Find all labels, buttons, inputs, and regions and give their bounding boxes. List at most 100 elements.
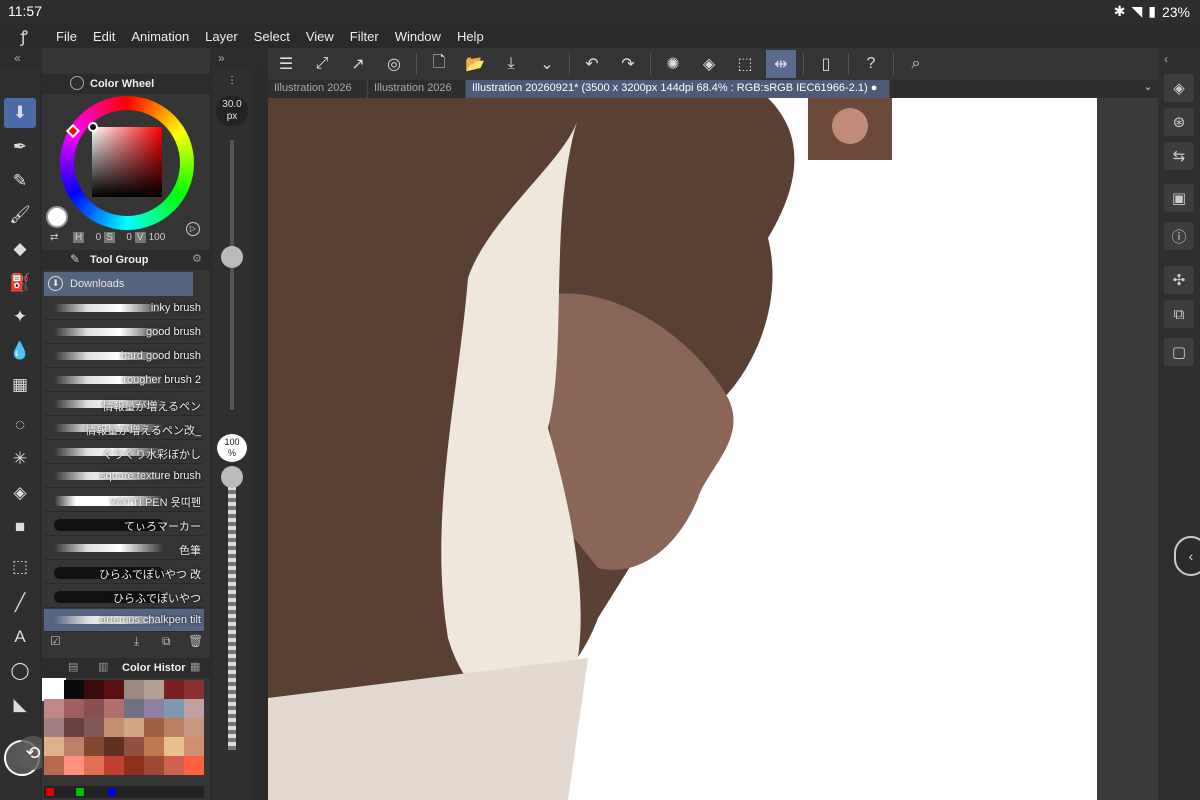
layer-icon[interactable]: ◈ [1164, 74, 1194, 102]
menu-view[interactable]: View [298, 29, 342, 44]
color-history-swatch[interactable] [144, 756, 164, 775]
color-history-swatch[interactable] [144, 699, 164, 718]
color-history-swatch[interactable] [64, 699, 84, 718]
magic-wand-tool-icon[interactable]: ✳ [4, 444, 36, 474]
gradient-tool-icon[interactable]: ■ [4, 512, 36, 542]
collapse-left-icon[interactable]: « [14, 51, 21, 65]
color-history-swatch[interactable] [184, 718, 204, 737]
redo-icon[interactable]: ↷ [613, 50, 643, 78]
open-folder-icon[interactable]: 📂 [460, 50, 490, 78]
color-history-swatch[interactable] [64, 737, 84, 756]
loading-icon[interactable]: ✺ [658, 50, 688, 78]
download-material-icon[interactable]: ⤓ [134, 634, 139, 649]
brush-item[interactable]: ひらふでぽいやつ [44, 585, 204, 608]
brush-size-slider-handle[interactable] [221, 246, 243, 268]
new-file-icon[interactable]: 🗋 [424, 50, 454, 78]
tab-illustration-2[interactable]: Illustration 2026 [368, 80, 466, 98]
color-history-swatch[interactable] [124, 699, 144, 718]
share-icon[interactable]: ↗ [343, 50, 373, 78]
brush-item-selected[interactable]: artemus chalkpen tilt [44, 609, 204, 632]
opacity-slider-handle[interactable] [221, 466, 243, 488]
tab-illustration-active[interactable]: Illustration 20260921* (3500 x 3200px 14… [466, 80, 890, 98]
menu-window[interactable]: Window [387, 29, 449, 44]
blend-tool-icon[interactable]: 💧 [4, 336, 36, 366]
color-history-swatch[interactable] [44, 699, 64, 718]
sub-tool-settings-icon[interactable]: ⚙ [192, 252, 202, 265]
grid-tool-icon[interactable]: ▦ [4, 370, 36, 400]
menu-filter[interactable]: Filter [342, 29, 387, 44]
color-history-swatch[interactable] [164, 756, 184, 775]
color-history-swatch[interactable] [104, 680, 124, 699]
color-history-swatch[interactable] [184, 680, 204, 699]
sub-tool-detail-icon[interactable]: ☑ [50, 634, 61, 648]
frame-tool-icon[interactable]: ◣ [4, 690, 36, 720]
color-history-swatch[interactable] [84, 737, 104, 756]
search-icon[interactable]: ⌕ [901, 50, 931, 78]
color-set-tab-icon[interactable]: ▤ [68, 660, 78, 673]
material-icon[interactable]: ▣ [1164, 184, 1194, 212]
saturation-value-square[interactable] [92, 127, 162, 197]
color-history-swatch[interactable] [124, 756, 144, 775]
text-tool-icon[interactable]: A [4, 622, 36, 652]
brush-item[interactable]: てぃろマーカー [44, 513, 204, 536]
undo-icon[interactable]: ↶ [577, 50, 607, 78]
brush-item[interactable]: 色筆 [44, 537, 204, 560]
slider-settings-icon[interactable]: ⫶ [212, 74, 252, 94]
collapse-right-panel-icon[interactable]: ‹ [1164, 52, 1168, 66]
chevron-down-icon[interactable]: ⌄ [532, 50, 562, 78]
menu-icon[interactable]: ☰ [271, 50, 301, 78]
color-history-swatch[interactable] [44, 756, 64, 775]
transform-icon[interactable]: ⬚ [730, 50, 760, 78]
color-history-swatch[interactable] [144, 680, 164, 699]
flip-horizontal-icon[interactable]: ⇹ [766, 50, 796, 78]
color-history-swatch[interactable] [164, 699, 184, 718]
tool-group-downloads[interactable]: ⬇ Downloads [44, 272, 193, 296]
color-history-swatch[interactable] [164, 718, 184, 737]
save-icon[interactable]: ⤓ [496, 50, 526, 78]
brush-item[interactable]: hard good brush [44, 345, 204, 368]
layer-property-icon[interactable]: ⊛ [1164, 108, 1194, 136]
menu-help[interactable]: Help [449, 29, 492, 44]
download-tool-icon[interactable]: ⬇ [4, 98, 36, 128]
menu-layer[interactable]: Layer [197, 29, 246, 44]
color-history-swatch[interactable] [164, 680, 184, 699]
brush-item[interactable]: good brush [44, 321, 204, 344]
app-logo-icon[interactable]: ꝭ [0, 25, 48, 47]
color-history-swatch[interactable] [64, 756, 84, 775]
color-history-swatch[interactable] [184, 737, 204, 756]
approximate-color-tab-icon[interactable]: ▦ [190, 660, 200, 673]
decoration-tool-icon[interactable]: ✦ [4, 302, 36, 332]
color-history-swatch[interactable] [104, 718, 124, 737]
color-history-swatch[interactable] [184, 699, 204, 718]
duplicate-icon[interactable]: ⧉ [162, 634, 171, 649]
brush-item[interactable]: rougher brush 2 [44, 369, 204, 392]
fill-icon[interactable]: ◈ [694, 50, 724, 78]
transparent-toggle-icon[interactable]: ⇄ [50, 232, 70, 243]
smartphone-icon[interactable]: ▯ [811, 50, 841, 78]
color-history-swatch[interactable] [184, 756, 204, 775]
color-history-swatch[interactable] [44, 737, 64, 756]
sv-picker-handle[interactable] [88, 122, 98, 132]
trash-icon[interactable]: 🗑 [188, 634, 203, 648]
color-history-swatch[interactable] [84, 718, 104, 737]
color-history-swatch[interactable] [144, 737, 164, 756]
brush-item[interactable]: 情報量が増えるペン改_ [44, 417, 204, 440]
color-history-swatch[interactable] [84, 756, 104, 775]
brush-item[interactable]: square texture brush [44, 465, 204, 488]
menu-file[interactable]: File [48, 29, 85, 44]
tool-group-tab-icon[interactable]: ✎ [70, 252, 80, 266]
color-history-swatch[interactable] [124, 718, 144, 737]
3d-material-icon[interactable]: ⧉ [1164, 300, 1194, 328]
color-history-swatch[interactable] [44, 718, 64, 737]
menu-edit[interactable]: Edit [85, 29, 123, 44]
fit-screen-icon[interactable]: ⤢ [307, 50, 337, 78]
help-icon[interactable]: ? [856, 50, 886, 78]
brush-item[interactable]: ぐりぐり水彩ぼかし [44, 441, 204, 464]
color-history-swatch[interactable] [144, 718, 164, 737]
airbrush-tool-icon[interactable]: ⛽ [4, 268, 36, 298]
color-history-swatch[interactable] [84, 699, 104, 718]
current-color-swatch[interactable] [46, 206, 68, 228]
color-history-swatch[interactable] [104, 756, 124, 775]
object-tool-icon[interactable]: ⬚ [4, 552, 36, 582]
drawing-canvas[interactable] [268, 98, 1098, 800]
